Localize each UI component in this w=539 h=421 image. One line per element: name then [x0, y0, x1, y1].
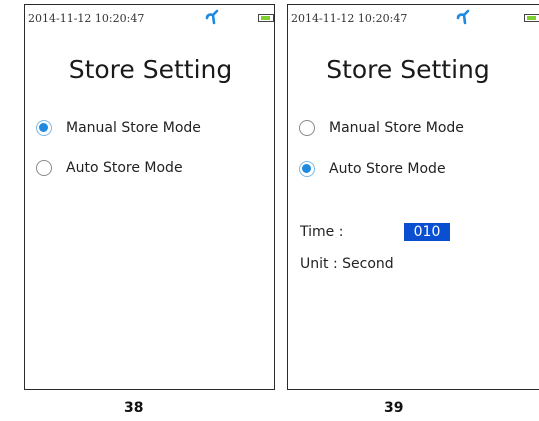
status-time: 2014-11-12 10:20:47: [291, 12, 408, 25]
option-manual-store-mode[interactable]: Manual Store Mode: [36, 117, 201, 139]
status-time: 2014-11-12 10:20:47: [28, 12, 145, 25]
device-screen-39: 2014-11-12 10:20:47 Store Setting Manual…: [287, 4, 539, 390]
option-auto-store-mode[interactable]: Auto Store Mode: [299, 158, 446, 180]
option-label: Auto Store Mode: [66, 160, 183, 176]
radio-checked-icon[interactable]: [36, 120, 52, 136]
time-value-field[interactable]: 010: [404, 223, 450, 241]
figure-caption: 39: [384, 400, 404, 416]
option-label: Auto Store Mode: [329, 161, 446, 177]
time-label: Time :: [300, 224, 344, 240]
option-manual-store-mode[interactable]: Manual Store Mode: [299, 117, 464, 139]
radio-unchecked-icon[interactable]: [299, 120, 315, 136]
option-auto-store-mode[interactable]: Auto Store Mode: [36, 157, 183, 179]
page-title: Store Setting: [68, 55, 233, 84]
figure-caption: 38: [124, 400, 144, 416]
device-screen-38: 2014-11-12 10:20:47 Store Setting Manual…: [24, 4, 275, 390]
page-title: Store Setting: [326, 55, 490, 84]
option-label: Manual Store Mode: [66, 120, 201, 136]
bluetooth-icon: [205, 9, 219, 25]
unit-label: Unit : Second: [300, 256, 394, 272]
radio-unchecked-icon[interactable]: [36, 160, 52, 176]
option-label: Manual Store Mode: [329, 120, 464, 136]
radio-checked-icon[interactable]: [299, 161, 315, 177]
battery-icon: [258, 14, 274, 22]
bluetooth-icon: [456, 9, 470, 25]
battery-icon: [524, 14, 539, 22]
